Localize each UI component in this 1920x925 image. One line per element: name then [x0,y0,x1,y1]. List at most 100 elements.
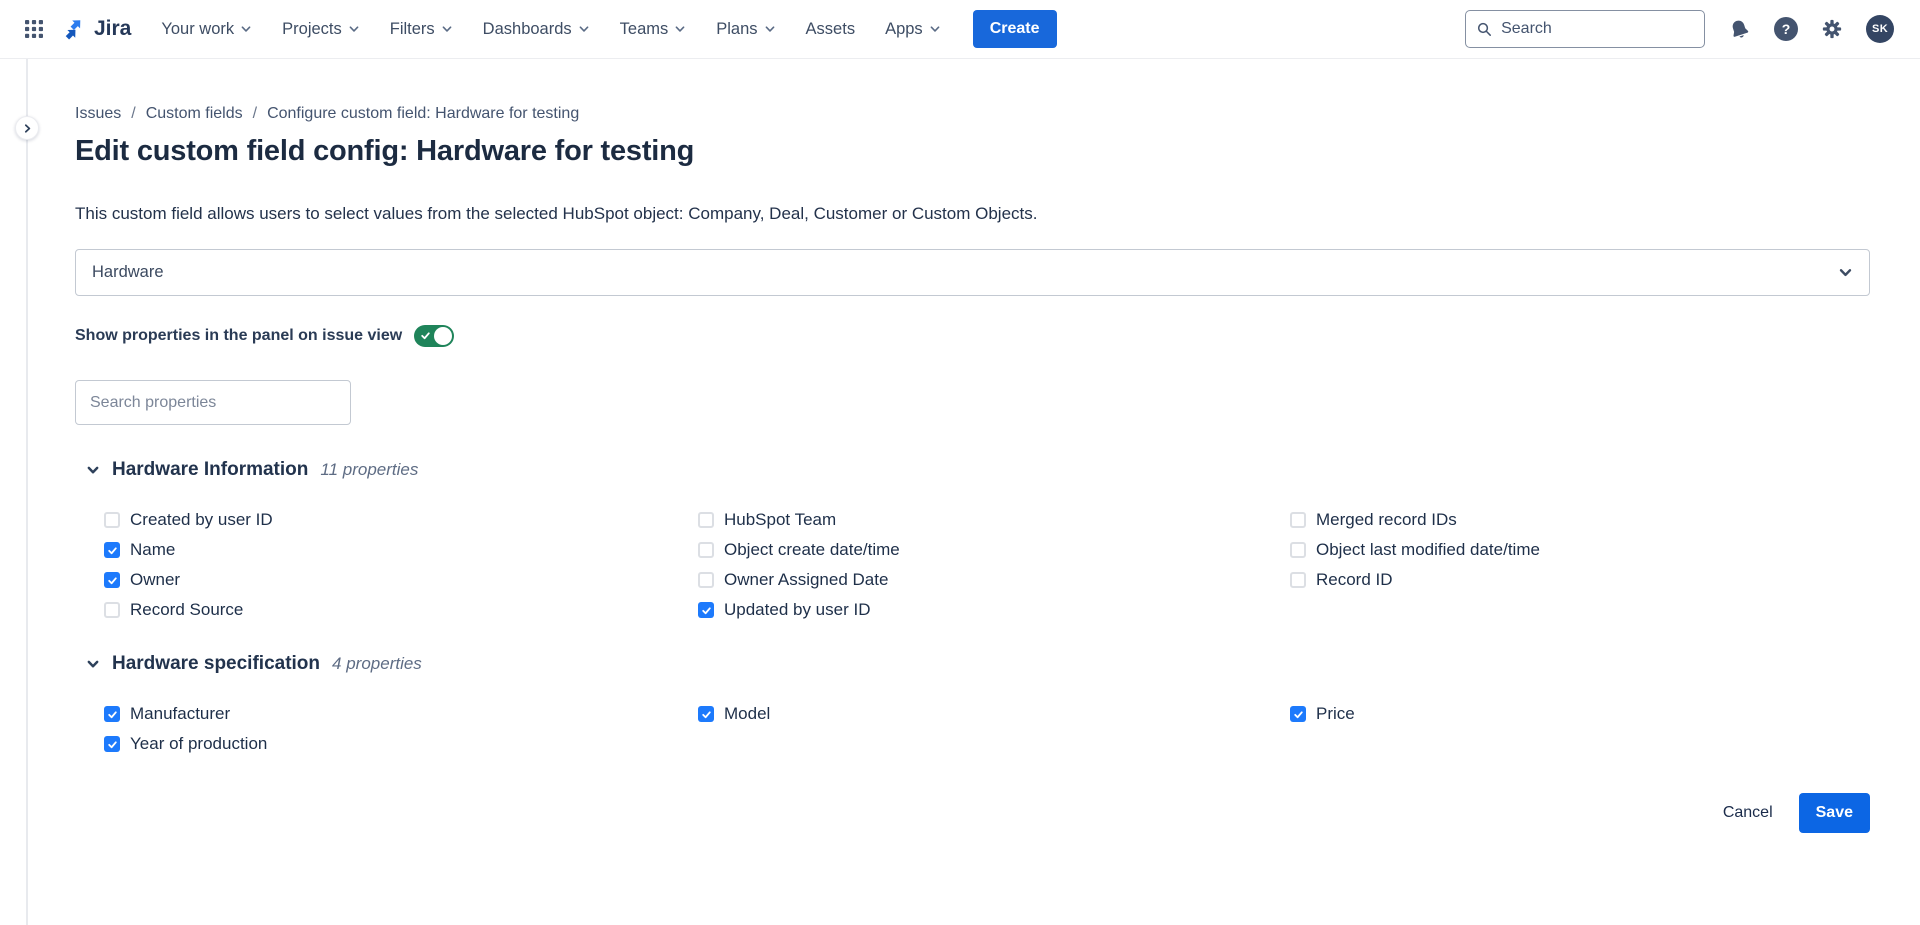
checkbox-unchecked-icon[interactable] [698,572,714,588]
checkbox-checked-icon[interactable] [104,572,120,588]
property-updated-by-user-id[interactable]: Updated by user ID [698,595,1290,625]
breadcrumb-custom-fields[interactable]: Custom fields [146,105,243,123]
chevron-down-icon [348,23,360,35]
app-switcher-button[interactable] [18,13,50,45]
property-owner-assigned-date[interactable]: Owner Assigned Date [698,565,1290,595]
section-collapse-button[interactable] [86,657,100,671]
nav-item-apps[interactable]: Apps [885,20,941,39]
property-record-source[interactable]: Record Source [104,595,698,625]
property-label: Object create date/time [724,540,900,560]
settings-button[interactable] [1821,18,1843,40]
global-search[interactable] [1465,10,1705,48]
checkbox-checked-icon[interactable] [104,736,120,752]
section-header: Hardware specification 4 properties [75,653,1870,675]
property-price[interactable]: Price [1290,699,1870,729]
user-avatar[interactable]: SK [1866,15,1894,43]
property-column: Model [698,699,1290,759]
property-object-last-modified-date-time[interactable]: Object last modified date/time [1290,535,1870,565]
checkmark-icon [107,545,118,556]
hubspot-object-select[interactable]: Hardware [75,249,1870,296]
nav-item-projects[interactable]: Projects [282,20,360,39]
checkbox-checked-icon[interactable] [698,602,714,618]
checkbox-unchecked-icon[interactable] [698,512,714,528]
chevron-down-icon [674,23,686,35]
property-merged-record-ids[interactable]: Merged record IDs [1290,505,1870,535]
property-year-of-production[interactable]: Year of production [104,729,698,759]
sidebar-expand-button[interactable] [15,116,39,140]
checkmark-icon [107,709,118,720]
breadcrumb-current-page: Configure custom field: Hardware for tes… [267,105,579,123]
app-switcher-grid-icon [24,19,44,39]
property-column: HubSpot Team Object create date/time Owner… [698,505,1290,625]
checkbox-unchecked-icon[interactable] [1290,542,1306,558]
jira-logo-icon [64,16,91,43]
notifications-button[interactable] [1728,18,1751,41]
property-grid: Manufacturer Year of productionModel Price [75,699,1870,759]
checkbox-checked-icon[interactable] [698,706,714,722]
property-name[interactable]: Name [104,535,698,565]
property-model[interactable]: Model [698,699,1290,729]
property-record-id[interactable]: Record ID [1290,565,1870,595]
property-column: Created by user ID Name Owner Record Source [104,505,698,625]
search-properties-input[interactable] [75,380,351,425]
show-properties-toggle-row: Show properties in the panel on issue vi… [75,325,1870,347]
checkbox-checked-icon[interactable] [1290,706,1306,722]
section-collapse-button[interactable] [86,463,100,477]
jira-logo-text: Jira [94,17,131,41]
nav-item-assets[interactable]: Assets [806,20,856,39]
checkbox-checked-icon[interactable] [104,706,120,722]
nav-item-filters[interactable]: Filters [390,20,453,39]
checkmark-icon [107,739,118,750]
show-properties-toggle-label: Show properties in the panel on issue vi… [75,327,402,345]
nav-right-cluster: ? SK [1465,10,1894,48]
help-button[interactable]: ? [1774,17,1798,41]
breadcrumb: Issues / Custom fields / Configure custo… [75,105,1870,123]
checkbox-unchecked-icon[interactable] [1290,572,1306,588]
checkmark-icon [107,575,118,586]
nav-item-label: Teams [620,20,669,39]
breadcrumb-issues[interactable]: Issues [75,105,121,123]
checkbox-unchecked-icon[interactable] [698,542,714,558]
checkbox-checked-icon[interactable] [104,542,120,558]
nav-item-label: Filters [390,20,435,39]
section-title: Hardware specification [112,653,320,675]
property-column: Manufacturer Year of production [104,699,698,759]
checkbox-unchecked-icon[interactable] [1290,512,1306,528]
property-hubspot-team[interactable]: HubSpot Team [698,505,1290,535]
property-label: Owner Assigned Date [724,570,888,590]
cancel-button[interactable]: Cancel [1711,794,1785,832]
property-label: Price [1316,704,1355,724]
create-button[interactable]: Create [973,10,1057,48]
nav-item-label: Your work [161,20,234,39]
sidebar-divider [26,59,28,925]
nav-item-your-work[interactable]: Your work [161,20,252,39]
section-count: 4 properties [332,654,422,674]
global-search-input[interactable] [1501,20,1693,38]
checkbox-unchecked-icon[interactable] [104,512,120,528]
chevron-right-icon [22,123,33,134]
property-label: Object last modified date/time [1316,540,1540,560]
property-created-by-user-id[interactable]: Created by user ID [104,505,698,535]
chevron-down-icon [86,463,100,477]
section-header: Hardware Information11 properties [75,459,1870,481]
chevron-down-icon [578,23,590,35]
chevron-down-icon [764,23,776,35]
property-label: Created by user ID [130,510,273,530]
property-label: Owner [130,570,180,590]
property-manufacturer[interactable]: Manufacturer [104,699,698,729]
save-button[interactable]: Save [1799,793,1870,833]
property-label: Updated by user ID [724,600,870,620]
nav-item-teams[interactable]: Teams [620,20,687,39]
property-object-create-date-time[interactable]: Object create date/time [698,535,1290,565]
property-owner[interactable]: Owner [104,565,698,595]
search-icon [1477,21,1492,38]
property-label: Manufacturer [130,704,230,724]
nav-item-label: Projects [282,20,342,39]
nav-item-plans[interactable]: Plans [716,20,775,39]
checkbox-unchecked-icon[interactable] [104,602,120,618]
property-label: Record ID [1316,570,1393,590]
nav-item-dashboards[interactable]: Dashboards [483,20,590,39]
jira-logo[interactable]: Jira [64,16,131,43]
show-properties-toggle[interactable] [414,325,454,347]
bell-icon [1728,18,1751,41]
